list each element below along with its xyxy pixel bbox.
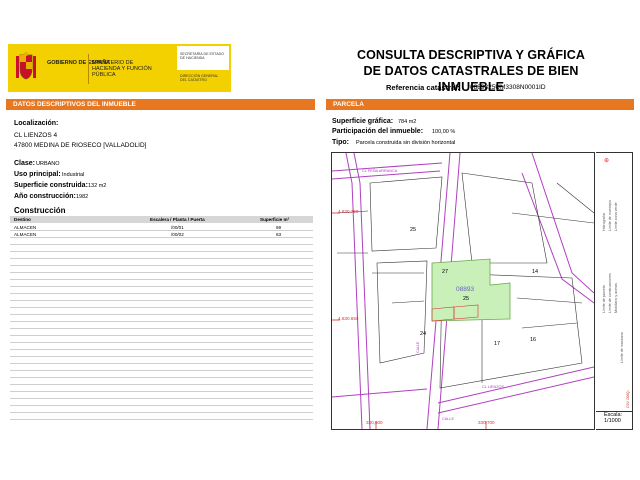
empty-table-row: [10, 280, 313, 287]
legend-footer: CSV: D06Q...: [626, 388, 630, 408]
empty-table-row: [10, 392, 313, 399]
direccion-label: DIRECCIÓN GENERAL DEL CATASTRO: [180, 74, 219, 83]
block-number: 17: [494, 341, 501, 347]
row-destino: ALMACEN: [14, 225, 37, 230]
street-label: CALLE: [416, 341, 420, 353]
superficie-label: Superficie construida:: [14, 182, 88, 189]
empty-table-row: [10, 371, 313, 378]
col-destino: Destino: [14, 217, 31, 222]
legend-item: Límite de construcciones: [608, 273, 612, 313]
tipo-value: Parcela construida sin división horizont…: [356, 140, 456, 146]
coord-y2: 4.630.650: [338, 316, 359, 321]
secretaria-label: SECRETARÍA DE ESTADO DE HACIENDA: [180, 52, 224, 61]
coord-x2: 330,700: [478, 420, 495, 425]
anio-label: Año construcción:: [14, 193, 76, 200]
legend-item: Límite de municipio: [608, 200, 612, 231]
clase-label: Clase:: [14, 160, 36, 167]
empty-table-row: [10, 357, 313, 364]
sup-grafica-label: Superficie gráfica:: [332, 118, 394, 125]
map-legend: ⊕ Hidrografía Límite de municipio Límite…: [596, 152, 633, 430]
table-row: ALMACEN /00/01 69: [10, 224, 313, 231]
empty-table-row: [10, 322, 313, 329]
logo-divider: [88, 54, 89, 84]
bar-prefix: DATOS DESCRIPTIVOS DEL: [13, 101, 102, 108]
block-number: 27: [442, 269, 449, 275]
row-epp: /00/02: [171, 232, 184, 237]
clase-value: URBANO: [36, 161, 60, 167]
empty-table-row: [10, 406, 313, 413]
cadastral-map[interactable]: 4.630.750 4.630.650 330,600 330,700 0889…: [331, 152, 595, 430]
address-line-1: CL LIENZOS 4: [14, 132, 58, 139]
empty-table-row: [10, 364, 313, 371]
uso-label: Uso principal:: [14, 171, 61, 178]
ministerio-label: MINISTERIO DE HACIENDA Y FUNCIÓN PÚBLICA: [92, 60, 152, 78]
spain-coat-of-arms-icon: [16, 52, 36, 80]
block-number: 25: [410, 227, 417, 233]
row-destino: ALMACEN: [14, 232, 37, 237]
participacion-label: Participación del inmueble:: [332, 128, 424, 135]
address-line-2: 47800 MEDINA DE RIOSECO [VALLADOLID]: [14, 142, 147, 149]
construccion-title: Construcción: [14, 206, 66, 215]
empty-table-row: [10, 308, 313, 315]
empty-table-row: [10, 259, 313, 266]
empty-table-row: [10, 238, 313, 245]
superficie-value: 132 m2: [88, 183, 107, 189]
parcel-number: 25: [463, 296, 470, 302]
anio-value: 1982: [76, 194, 89, 200]
ref-label: Referencia catastral:: [386, 83, 460, 92]
street-label: CALLE: [442, 417, 455, 421]
empty-table-row: [10, 273, 313, 280]
block-number: 16: [530, 337, 537, 343]
tipo-label: Tipo:: [332, 139, 349, 146]
empty-table-row: [10, 287, 313, 294]
empty-table-row: [10, 315, 313, 322]
legend-item: Límite de parcela: [602, 285, 606, 313]
empty-table-row: [10, 329, 313, 336]
empty-table-row: [10, 385, 313, 392]
participacion-value: 100,00 %: [432, 129, 456, 135]
block-number: 24: [420, 331, 427, 337]
empty-table-row: [10, 252, 313, 259]
legend-item: Límite de manzana: [620, 332, 624, 363]
sup-grafica-value: 784 m2: [398, 119, 417, 125]
bar-strong: INMUEBLE: [101, 101, 136, 108]
inmueble-section-bar: DATOS DESCRIPTIVOS DEL INMUEBLE: [6, 99, 315, 110]
row-sup: 63: [276, 232, 282, 237]
scale-value: 1/1000: [604, 418, 621, 424]
col-epp: Escalera / Planta / Puerta: [150, 217, 205, 222]
empty-table-row: [10, 294, 313, 301]
legend-item: Mobiliario y aceras: [614, 283, 618, 313]
parcela-bar-label: PARCELA: [333, 101, 364, 108]
coord-x1: 330,600: [366, 420, 383, 425]
title-line-1: CONSULTA DESCRIPTIVA Y GRÁFICA: [356, 48, 585, 62]
parcela-section-bar: PARCELA: [326, 99, 634, 110]
coord-y1: 4.630.750: [338, 209, 359, 214]
empty-table-row: [10, 266, 313, 273]
ref-value: 0889325UM3308N0001ID: [470, 84, 546, 91]
block-number: 14: [532, 269, 539, 275]
col-superficie: Superficie m²: [260, 217, 290, 222]
compass-icon: ⊕: [604, 158, 610, 164]
empty-table-row: [10, 399, 313, 406]
street-label: CL LIENZOS: [482, 385, 505, 389]
empty-table-row: [10, 378, 313, 385]
empty-table-row: [10, 245, 313, 252]
parcel-id-label: 08893: [456, 286, 475, 293]
empty-table-row: [10, 301, 313, 308]
localizacion-label: Localización:: [14, 120, 59, 127]
map-scale: Escala: 1/1000: [604, 412, 622, 424]
legend-item: Hidrografía: [602, 213, 606, 231]
row-epp: /00/01: [171, 225, 184, 230]
uso-value: Industrial: [62, 172, 85, 178]
table-row: ALMACEN /00/02 63: [10, 231, 313, 238]
empty-table-row: [10, 350, 313, 357]
empty-table-row: [10, 413, 313, 420]
empty-table-row: [10, 336, 313, 343]
legend-item: Límite zona verde: [614, 202, 618, 231]
row-sup: 69: [276, 225, 282, 230]
empty-table-row: [10, 343, 313, 350]
street-label: CL PEÑA ARRANCA: [362, 169, 398, 173]
